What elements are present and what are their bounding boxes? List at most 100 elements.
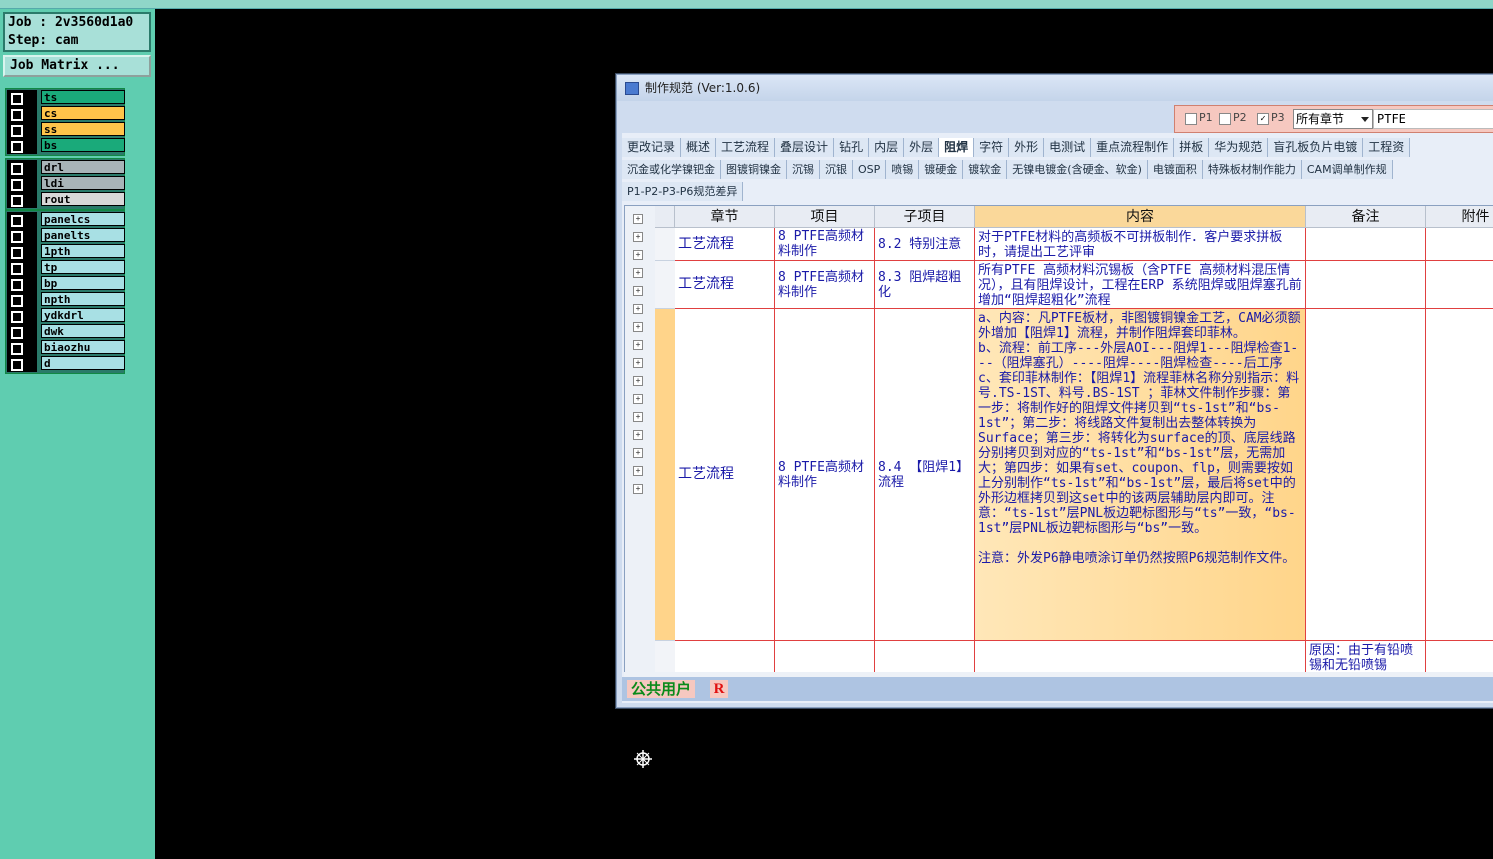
layer-name[interactable]: ldi [41,176,125,190]
expand-icon[interactable]: + [633,214,643,224]
layer-checkbox[interactable] [11,279,23,291]
column-header[interactable]: 内容 [975,206,1306,228]
layer-name[interactable]: rout [41,192,125,206]
expand-icon[interactable]: + [633,286,643,296]
layer-row-biaozhu[interactable]: biaozhu [7,340,125,356]
layer-checkbox[interactable] [11,195,23,207]
p1-checkbox[interactable] [1185,113,1197,125]
layer-name[interactable]: ss [41,122,125,136]
layer-checkbox[interactable] [11,247,23,259]
column-header[interactable]: 项目 [775,206,875,228]
expand-icon[interactable]: + [633,466,643,476]
layer-checkbox[interactable] [11,141,23,153]
table-cell[interactable] [1426,641,1493,672]
layer-name[interactable]: ydkdrl [41,308,125,322]
row-indicator[interactable] [655,261,675,309]
table-cell[interactable]: a、内容：凡PTFE板材，非图镀铜镍金工艺，CAM必须额外增加【阻焊1】流程，并… [975,309,1306,641]
table-cell[interactable]: 8 PTFE高频材料制作 [775,261,875,309]
table-cell[interactable]: 8.2 特别注意 [875,228,975,261]
tab-item[interactable]: 电镀面积 [1147,160,1203,179]
tab-item[interactable]: 电测试 [1044,138,1092,157]
job-matrix-button[interactable]: Job Matrix ... [3,55,151,77]
layer-name[interactable]: tp [41,260,125,274]
layer-checkbox[interactable] [11,263,23,275]
layer-checkbox[interactable] [11,125,23,137]
table-cell[interactable] [1426,228,1493,261]
table-cell[interactable] [1426,309,1493,641]
table-cell[interactable]: 8.4 【阻焊1】流程 [875,309,975,641]
layer-name[interactable]: drl [41,160,125,174]
layer-name[interactable]: bs [41,138,125,152]
tab-item[interactable]: P1-P2-P3-P6规范差异 [622,182,744,201]
table-cell[interactable] [1426,261,1493,309]
tab-item[interactable]: 概述 [681,138,717,157]
layer-checkbox[interactable] [11,295,23,307]
tab-item[interactable]: 阻焊 [939,138,975,157]
tab-item[interactable]: 沉金或化学镍钯金 [622,160,721,179]
expand-icon[interactable]: + [633,232,643,242]
layer-name[interactable]: panelcs [41,212,125,226]
tab-item[interactable]: 喷锡 [886,160,920,179]
tab-item[interactable]: 图镀铜镍金 [721,160,787,179]
expand-icon[interactable]: + [633,412,643,422]
tab-item[interactable]: 镀硬金 [919,160,964,179]
layer-row-panelcs[interactable]: panelcs [7,212,125,228]
layer-row-cs[interactable]: cs [7,106,125,122]
row-indicator[interactable] [655,309,675,641]
tab-item[interactable]: 镀软金 [963,160,1008,179]
tab-item[interactable]: 内层 [869,138,905,157]
layer-name[interactable]: 1pth [41,244,125,258]
layer-checkbox[interactable] [11,93,23,105]
layer-row-ts[interactable]: ts [7,90,125,106]
table-cell[interactable]: 8.3 阻焊超粗化 [875,261,975,309]
expand-icon[interactable]: + [633,430,643,440]
tab-item[interactable]: 外形 [1009,138,1045,157]
table-cell[interactable]: 所有PTFE 高频材料沉锡板（含PTFE 高频材料混压情况），且有阻焊设计，工程… [975,261,1306,309]
expand-icon[interactable]: + [633,304,643,314]
layer-row-1pth[interactable]: 1pth [7,244,125,260]
tab-item[interactable]: 工艺流程 [716,138,776,157]
layer-name[interactable]: biaozhu [41,340,125,354]
tab-item[interactable]: 钻孔 [834,138,870,157]
expand-icon[interactable]: + [633,250,643,260]
layer-name[interactable]: ts [41,90,125,104]
expand-icon[interactable]: + [633,358,643,368]
row-indicator[interactable] [655,228,675,261]
p2-checkbox[interactable] [1219,113,1231,125]
table-cell[interactable] [875,641,975,672]
layer-checkbox[interactable] [11,231,23,243]
r-button[interactable]: R [710,680,728,698]
layer-checkbox[interactable] [11,327,23,339]
table-cell[interactable] [675,641,775,672]
table-cell[interactable]: 8 PTFE高频材料制作 [775,309,875,641]
table-cell[interactable]: 工艺流程 [675,261,775,309]
tab-item[interactable]: 更改记录 [622,138,682,157]
layer-row-rout[interactable]: rout [7,192,125,208]
tab-item[interactable]: 拼板 [1174,138,1210,157]
tab-item[interactable]: 工程资 [1363,138,1411,157]
layer-checkbox[interactable] [11,109,23,121]
layer-row-ss[interactable]: ss [7,122,125,138]
p3-checkbox[interactable]: ✓ [1257,113,1269,125]
layer-row-ldi[interactable]: ldi [7,176,125,192]
layer-row-panelts[interactable]: panelts [7,228,125,244]
layer-row-dwk[interactable]: dwk [7,324,125,340]
column-header[interactable]: 附件 [1426,206,1493,228]
tab-item[interactable]: 盲孔板负片电镀 [1268,138,1364,157]
expand-icon[interactable]: + [633,394,643,404]
layer-name[interactable]: cs [41,106,125,120]
layer-checkbox[interactable] [11,215,23,227]
layer-row-tp[interactable]: tp [7,260,125,276]
layer-row-ydkdrl[interactable]: ydkdrl [7,308,125,324]
tab-item[interactable]: 重点流程制作 [1091,138,1175,157]
layer-name[interactable]: d [41,356,125,370]
tab-item[interactable]: 华为规范 [1209,138,1269,157]
column-header[interactable]: 子项目 [875,206,975,228]
layer-row-bs[interactable]: bs [7,138,125,154]
window-titlebar[interactable]: 制作规范 (Ver:1.0.6) [617,75,1493,101]
table-cell[interactable] [975,641,1306,672]
layer-name[interactable]: npth [41,292,125,306]
layer-checkbox[interactable] [11,311,23,323]
tab-item[interactable]: 无镍电镀金(含硬金、软金) [1007,160,1148,179]
table-cell[interactable] [1306,309,1426,641]
